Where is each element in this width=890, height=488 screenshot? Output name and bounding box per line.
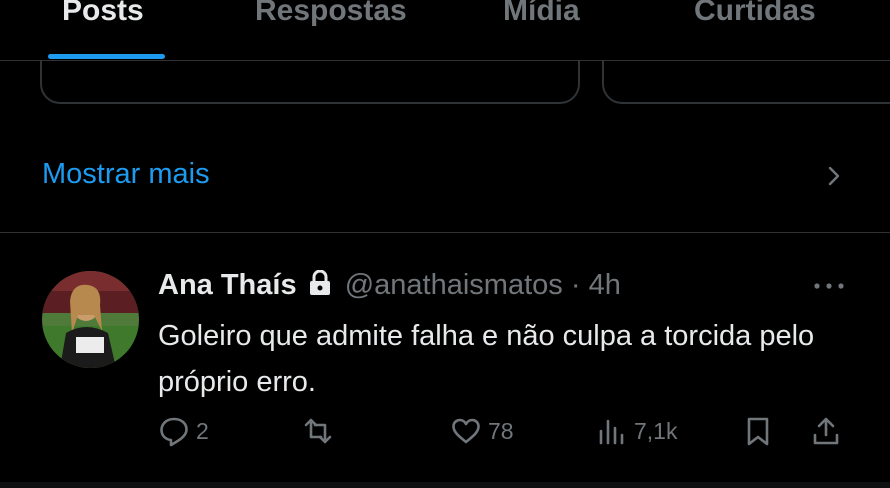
like-count: 78 xyxy=(488,417,514,444)
timestamp[interactable]: 4h xyxy=(589,269,621,301)
reply-button[interactable]: 2 xyxy=(158,411,209,451)
bookmark-icon xyxy=(747,417,769,446)
share-button[interactable] xyxy=(810,411,842,451)
retweet-icon xyxy=(304,418,332,444)
reply-icon xyxy=(160,417,188,447)
show-more-link[interactable]: Mostrar mais xyxy=(42,158,210,191)
views-count: 7,1k xyxy=(634,417,678,444)
suggestion-card[interactable] xyxy=(602,60,890,104)
more-icon[interactable] xyxy=(812,281,846,291)
retweet-button[interactable] xyxy=(302,411,340,451)
profile-tabs: Posts Respostas Mídia Curtidas xyxy=(0,0,890,61)
like-icon xyxy=(452,418,480,444)
divider xyxy=(0,482,890,488)
like-button[interactable]: 78 xyxy=(450,411,514,451)
separator: · xyxy=(570,269,581,301)
lock-icon xyxy=(309,270,330,295)
show-more-row[interactable]: Mostrar mais xyxy=(0,130,890,233)
active-tab-indicator xyxy=(48,54,165,59)
views-icon xyxy=(599,419,624,445)
tab-posts[interactable]: Posts xyxy=(62,0,144,28)
views-button[interactable]: 7,1k xyxy=(596,411,677,451)
bookmark-button[interactable] xyxy=(742,411,774,451)
avatar[interactable] xyxy=(42,271,139,368)
reply-count: 2 xyxy=(196,417,209,444)
chevron-right-icon xyxy=(828,166,840,186)
suggestion-card[interactable] xyxy=(40,60,580,104)
share-icon xyxy=(813,417,839,445)
tweet[interactable]: Ana Thaís @anathaismatos · 4h Goleiro qu… xyxy=(0,233,890,488)
tweet-text: Goleiro que admite falha e não culpa a t… xyxy=(158,320,815,398)
tab-midia[interactable]: Mídia xyxy=(503,0,580,28)
display-name[interactable]: Ana Thaís xyxy=(158,269,297,301)
tab-respostas[interactable]: Respostas xyxy=(255,0,407,28)
user-handle[interactable]: @anathaismatos xyxy=(345,269,563,301)
tab-curtidas[interactable]: Curtidas xyxy=(694,0,816,28)
tweet-actions: 2 78 7,1k xyxy=(0,411,890,451)
tweet-header: Ana Thaís @anathaismatos · 4h xyxy=(158,269,621,302)
